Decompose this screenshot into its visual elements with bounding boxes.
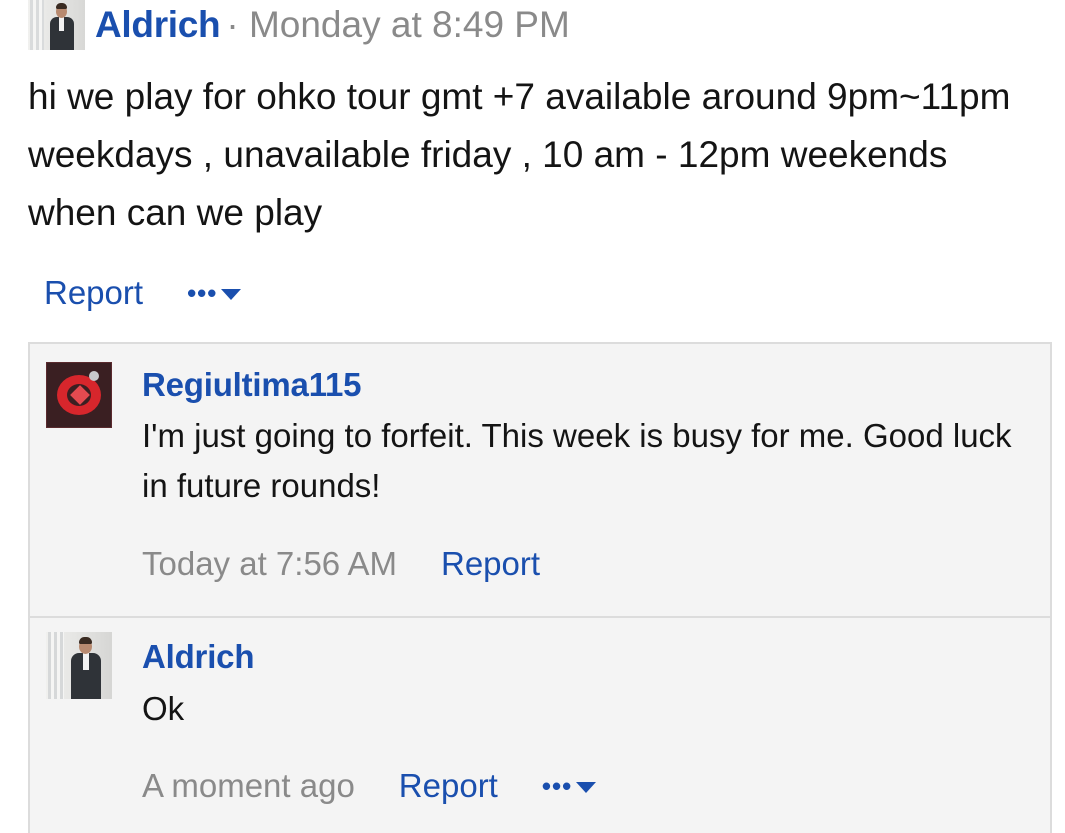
reply-avatar[interactable] <box>46 632 112 699</box>
reply-item: Aldrich Ok A moment ago Report ••• <box>30 616 1050 833</box>
chevron-down-icon <box>221 288 242 300</box>
chevron-down-icon <box>576 781 597 793</box>
reply-report-button[interactable]: Report <box>441 545 540 583</box>
more-options-icon: ••• <box>187 277 218 308</box>
replies-container: Regiultima115 I'm just going to forfeit.… <box>28 342 1052 833</box>
reply-actions: A moment ago Report ••• <box>142 764 597 808</box>
reply-timestamp[interactable]: Today at 7:56 AM <box>142 545 397 583</box>
post-body-text: hi we play for ohko tour gmt +7 availabl… <box>28 76 1011 233</box>
reply-report-button[interactable]: Report <box>399 767 498 805</box>
more-options-button[interactable]: ••• <box>187 277 242 309</box>
post-timestamp[interactable]: · Monday at 8:49 PM <box>226 4 569 46</box>
reply-avatar[interactable] <box>46 362 112 428</box>
reply-author-name[interactable]: Regiultima115 <box>142 366 362 404</box>
reply-text: Ok <box>142 690 185 727</box>
thread-page: Aldrich · Monday at 8:49 PM hi we play f… <box>0 0 1065 833</box>
reply-actions: Today at 7:56 AM Report <box>142 542 540 586</box>
reply-more-options-button[interactable]: ••• <box>541 770 597 802</box>
post-author-name[interactable]: Aldrich <box>95 4 221 46</box>
author-avatar[interactable] <box>28 0 85 50</box>
more-options-icon: ••• <box>541 770 573 801</box>
reply-timestamp[interactable]: A moment ago <box>142 767 355 805</box>
reply-text: I'm just going to forfeit. This week is … <box>142 417 1012 504</box>
reply-item: Regiultima115 I'm just going to forfeit.… <box>30 344 1050 618</box>
report-button[interactable]: Report <box>44 274 143 312</box>
reply-author-name[interactable]: Aldrich <box>142 638 254 676</box>
post-header: Aldrich · Monday at 8:49 PM <box>28 0 570 50</box>
post-actions: Report ••• <box>44 270 242 316</box>
